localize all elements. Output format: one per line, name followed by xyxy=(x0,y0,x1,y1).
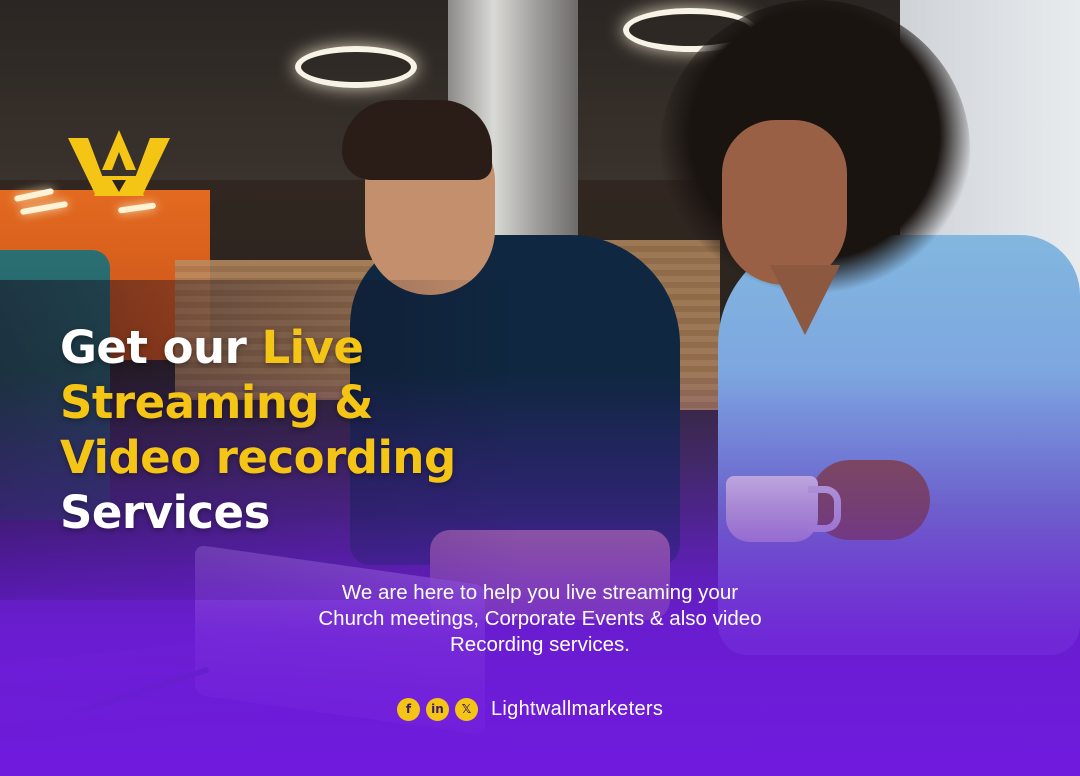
x-icon[interactable]: 𝕏 xyxy=(455,697,478,721)
headline-line-3: Video recording xyxy=(60,431,456,484)
headline-line-1: Get our Live xyxy=(60,320,456,375)
headline-text-white: Get our xyxy=(60,321,262,374)
social-bar: f in 𝕏 Lightwallmarketers xyxy=(397,696,663,722)
description: We are here to help you live streaming y… xyxy=(240,580,840,658)
description-line-2: Church meetings, Corporate Events & also… xyxy=(318,607,762,630)
description-line-3: Recording services. xyxy=(449,633,630,656)
headline-line-4: Services xyxy=(60,486,270,539)
lightwall-logo-icon xyxy=(68,130,170,196)
linkedin-icon[interactable]: in xyxy=(426,697,449,721)
social-handle: Lightwallmarketers xyxy=(491,697,664,720)
headline-line-2: Streaming & xyxy=(60,376,373,429)
poster: Get our Live Streaming & Video recording… xyxy=(0,0,1080,776)
facebook-icon[interactable]: f xyxy=(397,697,420,721)
description-line-1: We are here to help you live streaming y… xyxy=(341,581,739,604)
headline-text-yellow: Live xyxy=(261,321,364,374)
headline: Get our Live Streaming & Video recording… xyxy=(60,320,456,540)
